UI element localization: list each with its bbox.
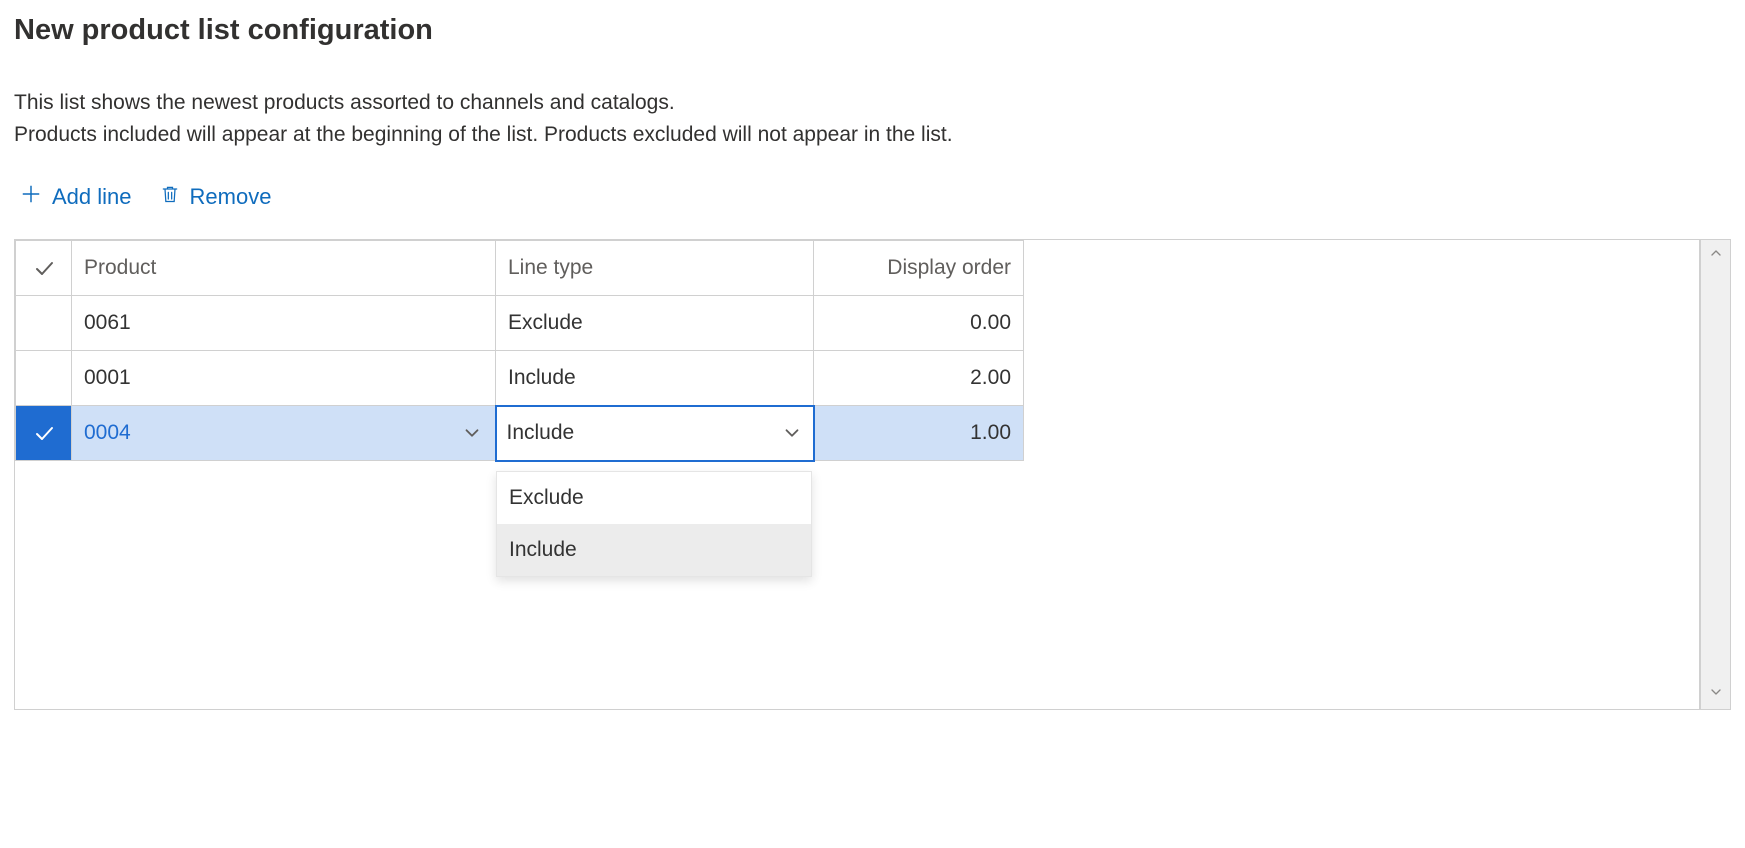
cell-line-type[interactable]: Exclude [496,296,814,351]
cell-line-type-value: Include [507,421,575,445]
add-line-button[interactable]: Add line [20,183,132,211]
chevron-down-icon[interactable] [461,422,483,444]
scroll-up-button[interactable] [1701,240,1731,270]
cell-line-type[interactable]: Include [496,351,814,406]
cell-display-order[interactable]: 2.00 [814,351,1024,406]
check-icon [32,256,56,280]
cell-display-order[interactable]: 0.00 [814,296,1024,351]
description-line-2: Products included will appear at the beg… [14,123,1731,147]
cell-product-value: 0004 [84,421,131,445]
row-checkbox[interactable] [16,351,72,406]
plus-icon [20,183,42,211]
row-checkbox[interactable] [16,406,72,461]
cell-display-order[interactable]: 1.00 [814,406,1024,461]
description-line-1: This list shows the newest products asso… [14,91,1731,115]
dropdown-option-include[interactable]: Include [497,524,811,576]
column-header-line-type[interactable]: Line type [496,241,814,296]
table-row[interactable]: 0001 Include 2.00 [16,351,1024,406]
column-header-display-order[interactable]: Display order [814,241,1024,296]
page-title: New product list configuration [14,14,1731,47]
cell-line-type-dropdown[interactable]: Include [496,406,814,461]
check-icon [32,421,56,445]
line-type-dropdown-menu: Exclude Include [496,471,812,577]
chevron-down-icon [1708,682,1724,706]
grid-header-row: Product Line type Display order [16,241,1024,296]
remove-button[interactable]: Remove [160,183,272,211]
scroll-down-button[interactable] [1701,679,1731,709]
select-all-header[interactable] [16,241,72,296]
chevron-up-icon [1708,243,1724,267]
row-checkbox[interactable] [16,296,72,351]
product-grid: Product Line type Display order 0061 Exc… [14,239,1731,710]
table-row[interactable]: 0061 Exclude 0.00 [16,296,1024,351]
remove-label: Remove [190,184,272,210]
table-row[interactable]: 0004 Include [16,406,1024,461]
vertical-scrollbar[interactable] [1700,240,1730,709]
trash-icon [160,183,180,211]
cell-product[interactable]: 0004 [72,406,496,461]
cell-product[interactable]: 0061 [72,296,496,351]
dropdown-option-exclude[interactable]: Exclude [497,472,811,524]
column-header-product[interactable]: Product [72,241,496,296]
grid-toolbar: Add line Remove [14,183,1731,211]
cell-product[interactable]: 0001 [72,351,496,406]
add-line-label: Add line [52,184,132,210]
chevron-down-icon[interactable] [781,422,803,444]
